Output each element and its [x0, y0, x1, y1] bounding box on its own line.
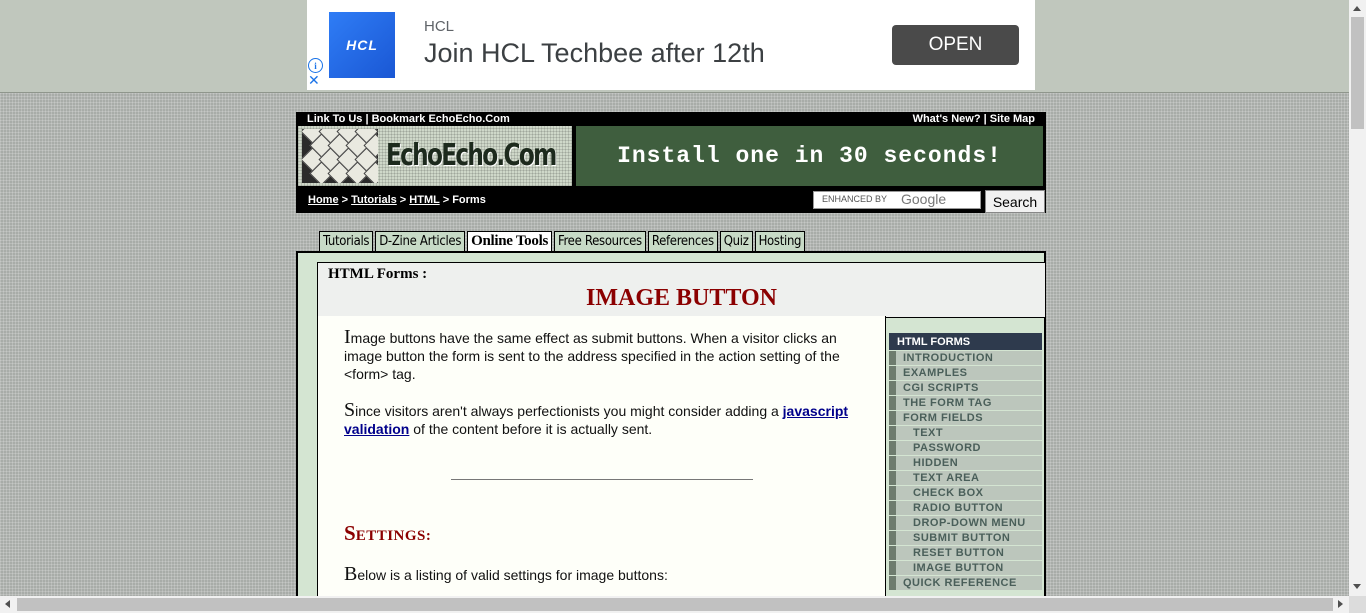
- menu-item-check-box[interactable]: CHECK BOX: [889, 486, 1042, 500]
- menu-item-examples[interactable]: EXAMPLES: [889, 366, 1042, 380]
- tab-hosting[interactable]: Hosting: [754, 231, 806, 251]
- paragraph-validation: Since visitors aren't always perfectioni…: [344, 399, 854, 438]
- ad-info-icon[interactable]: i: [308, 58, 323, 73]
- ad-headline[interactable]: Join HCL Techbee after 12th: [424, 38, 765, 69]
- menu-item-text[interactable]: TEXT: [889, 426, 1042, 440]
- menu-item-hidden[interactable]: HIDDEN: [889, 456, 1042, 470]
- drop-cap: S: [344, 399, 356, 421]
- breadcrumb-html[interactable]: HTML: [409, 194, 439, 206]
- breadcrumb-sep: >: [439, 194, 453, 206]
- ad-logo[interactable]: HCL: [329, 12, 395, 78]
- search-input[interactable]: ENHANCED BY Google: [813, 191, 981, 209]
- breadcrumb-tutorials[interactable]: Tutorials: [351, 194, 397, 206]
- menu-item-cgi-scripts[interactable]: CGI SCRIPTS: [889, 381, 1042, 395]
- horizontal-scroll-thumb[interactable]: [17, 598, 1333, 611]
- menu-item-image-button[interactable]: IMAGE BUTTON: [889, 561, 1042, 575]
- menu-item-form-fields[interactable]: FORM FIELDS: [889, 411, 1042, 425]
- paragraph-text: elow is a listing of valid settings for …: [357, 567, 668, 583]
- top-links[interactable]: Link To Us | Bookmark EchoEcho.Com: [307, 113, 510, 125]
- tab-references[interactable]: References: [647, 231, 718, 251]
- breadcrumb-current: Forms: [452, 194, 486, 206]
- site-logo[interactable]: EchoEcho.Com: [298, 126, 572, 186]
- menu-item-drop-down-menu[interactable]: DROP-DOWN MENU: [889, 516, 1042, 530]
- ad-banner[interactable]: HCL HCL Join HCL Techbee after 12th OPEN…: [307, 0, 1035, 90]
- search-hint: ENHANCED BY: [822, 194, 888, 204]
- ad-brand[interactable]: HCL: [424, 18, 454, 35]
- main-content: Image buttons have the same effect as su…: [317, 316, 886, 606]
- horizontal-scrollbar[interactable]: [0, 596, 1349, 613]
- tab-online-tools[interactable]: Online Tools: [467, 231, 552, 253]
- paragraph-text: ince visitors aren't always perfectionis…: [355, 403, 783, 419]
- ad-logo-text: HCL: [346, 37, 378, 53]
- menu-item-submit-button[interactable]: SUBMIT BUTTON: [889, 531, 1042, 545]
- scrollbar-corner: [1349, 596, 1366, 613]
- google-brand-text: Google: [901, 191, 947, 207]
- tab-quiz[interactable]: Quiz: [719, 231, 753, 251]
- menu-heading: HTML FORMS: [889, 333, 1042, 350]
- ad-open-button[interactable]: OPEN: [892, 25, 1019, 65]
- breadcrumb-sep: >: [396, 194, 410, 206]
- tab-tutorials[interactable]: Tutorials: [319, 231, 374, 251]
- settings-rest: ETTINGS:: [355, 528, 432, 544]
- side-menu: HTML FORMS INTRODUCTION EXAMPLES CGI SCR…: [889, 333, 1042, 590]
- ad-strip: HCL HCL Join HCL Techbee after 12th OPEN…: [0, 0, 1349, 93]
- nav-tabs: Tutorials D-Zine Articles Online Tools F…: [319, 231, 807, 253]
- promo-banner[interactable]: Install one in 30 seconds!: [576, 126, 1043, 186]
- tab-dzine-articles[interactable]: D-Zine Articles: [375, 231, 466, 251]
- menu-item-password[interactable]: PASSWORD: [889, 441, 1042, 455]
- settings-cap: S: [344, 521, 356, 545]
- top-links-right[interactable]: What's New? | Site Map: [913, 113, 1035, 125]
- paragraph-text: of the content before it is actually sen…: [409, 421, 653, 437]
- paragraph-text: mage buttons have the same effect as sub…: [344, 330, 840, 382]
- search-button[interactable]: Search: [985, 190, 1045, 213]
- logo-text: EchoEcho.Com: [386, 138, 557, 173]
- site-header: Link To Us | Bookmark EchoEcho.Com What'…: [296, 112, 1046, 213]
- paragraph-intro: Image buttons have the same effect as su…: [344, 326, 854, 383]
- breadcrumb: Home > Tutorials > HTML > Forms: [308, 194, 486, 206]
- tab-free-resources[interactable]: Free Resources: [553, 231, 646, 251]
- vertical-scrollbar[interactable]: [1349, 0, 1366, 596]
- breadcrumb-sep: >: [338, 194, 352, 206]
- menu-item-introduction[interactable]: INTRODUCTION: [889, 351, 1042, 365]
- menu-item-radio-button[interactable]: RADIO BUTTON: [889, 501, 1042, 515]
- logo-tiles-icon: [302, 129, 378, 183]
- title-box: HTML Forms : IMAGE BUTTON: [317, 262, 1046, 318]
- drop-cap: I: [344, 326, 351, 348]
- menu-item-text-area[interactable]: TEXT AREA: [889, 471, 1042, 485]
- drop-cap: B: [344, 563, 358, 585]
- vertical-scroll-thumb[interactable]: [1351, 17, 1364, 129]
- scroll-right-icon[interactable]: [1338, 600, 1343, 608]
- scroll-up-icon[interactable]: [1353, 6, 1361, 11]
- menu-item-form-tag[interactable]: THE FORM TAG: [889, 396, 1042, 410]
- divider: [451, 479, 753, 480]
- settings-heading: SETTINGS:: [344, 521, 431, 546]
- paragraph-settings: Below is a listing of valid settings for…: [344, 563, 854, 585]
- menu-item-reset-button[interactable]: RESET BUTTON: [889, 546, 1042, 560]
- content-frame: HTML Forms : IMAGE BUTTON Image buttons …: [296, 251, 1046, 606]
- scroll-left-icon[interactable]: [5, 600, 10, 608]
- breadcrumb-home[interactable]: Home: [308, 194, 339, 206]
- menu-item-quick-reference[interactable]: QUICK REFERENCE: [889, 576, 1042, 590]
- scroll-down-icon[interactable]: [1353, 584, 1361, 589]
- section-label: HTML Forms :: [328, 266, 428, 282]
- page-title: IMAGE BUTTON: [586, 285, 777, 311]
- ad-close-icon[interactable]: ✕: [308, 73, 320, 87]
